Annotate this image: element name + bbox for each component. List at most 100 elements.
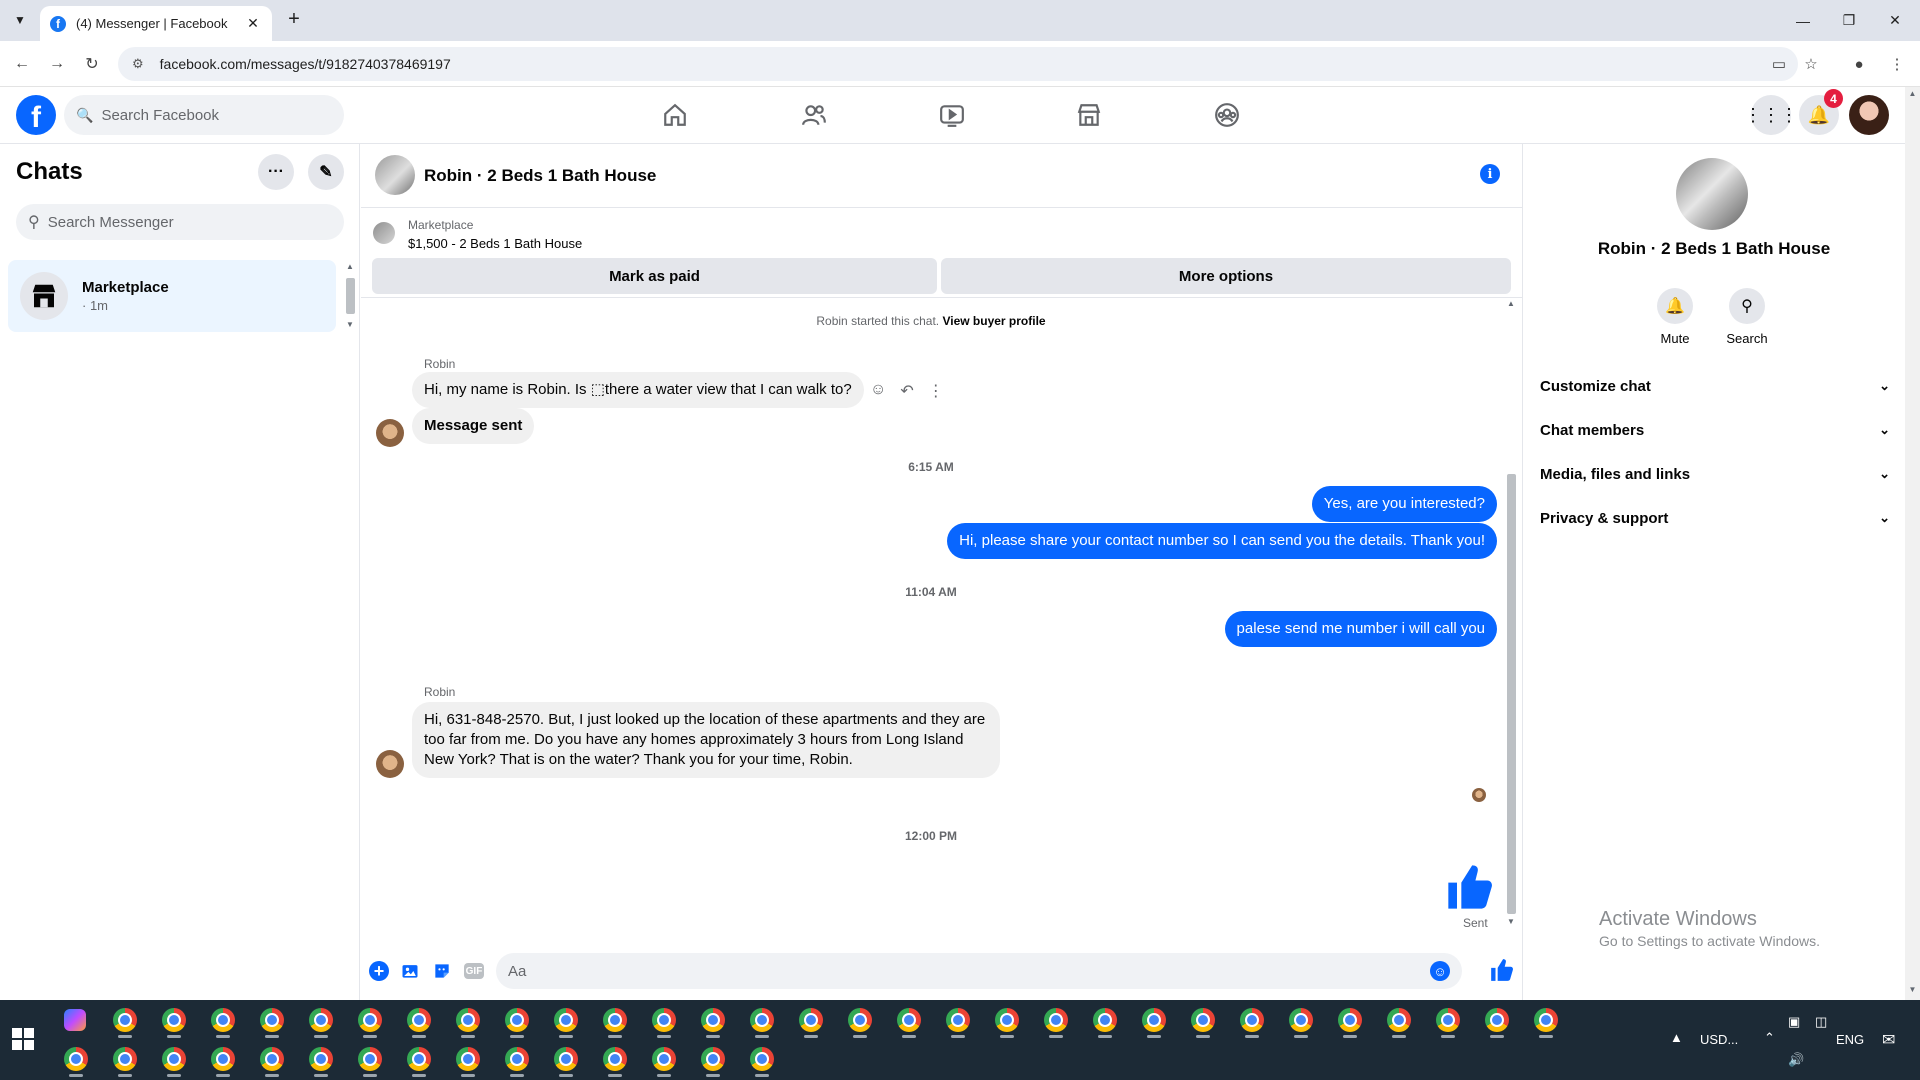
- taskbar-chrome-window[interactable]: [546, 1001, 586, 1039]
- taskbar-chrome-window[interactable]: [350, 1001, 390, 1039]
- conversation-title[interactable]: Robin · 2 Beds 1 Bath House: [424, 166, 656, 186]
- facebook-search-input[interactable]: 🔍 Search Facebook: [64, 95, 344, 135]
- search-conversation-button[interactable]: ⚲ Search: [1712, 288, 1782, 346]
- emoji-icon[interactable]: ☺: [1430, 961, 1450, 981]
- taskbar-chrome-window[interactable]: [595, 1001, 635, 1039]
- react-emoji-icon[interactable]: ☺: [870, 381, 886, 401]
- taskbar-chrome-window[interactable]: [1183, 1001, 1223, 1039]
- sticker-icon[interactable]: [431, 960, 453, 982]
- taskbar-chrome-window[interactable]: [154, 1001, 194, 1039]
- taskbar-chrome-window[interactable]: [1281, 1001, 1321, 1039]
- taskbar-chrome-window[interactable]: [399, 1001, 439, 1039]
- minimize-icon[interactable]: —: [1780, 0, 1826, 41]
- taskbar-chrome-window[interactable]: [693, 1001, 733, 1039]
- message-input[interactable]: Aa ☺: [496, 953, 1462, 989]
- taskbar-chrome-window[interactable]: [1085, 1001, 1125, 1039]
- taskbar-chrome-window[interactable]: [252, 1040, 292, 1078]
- nav-video-icon[interactable]: [897, 95, 1007, 135]
- taskbar-chrome-window[interactable]: [644, 1001, 684, 1039]
- add-actions-icon[interactable]: +: [369, 961, 389, 981]
- currency-ticker[interactable]: USD...: [1700, 1032, 1738, 1047]
- browser-menu-icon[interactable]: ⋮: [1886, 53, 1908, 75]
- taskbar-chrome-window[interactable]: [203, 1001, 243, 1039]
- scroll-up-icon[interactable]: ▲: [1505, 299, 1517, 308]
- taskbar-chrome-window[interactable]: [301, 1001, 341, 1039]
- outgoing-message[interactable]: Yes, are you interested?: [1311, 486, 1497, 522]
- taskbar-chrome-window[interactable]: [889, 1001, 929, 1039]
- view-buyer-profile-link[interactable]: View buyer profile: [942, 314, 1045, 328]
- incoming-message[interactable]: Hi, my name is Robin. Is ⬚there a water …: [412, 372, 864, 408]
- nav-home-icon[interactable]: [620, 95, 730, 135]
- messenger-search-input[interactable]: ⚲ Search Messenger: [16, 204, 344, 240]
- taskbar-chrome-window[interactable]: [1036, 1001, 1076, 1039]
- currency-ticker-icon[interactable]: ▲: [1670, 1030, 1683, 1045]
- volume-icon[interactable]: 🔊: [1788, 1052, 1804, 1068]
- more-options-button[interactable]: More options: [941, 258, 1511, 294]
- taskbar-chrome-window[interactable]: [448, 1001, 488, 1039]
- nav-marketplace-icon[interactable]: [1034, 95, 1144, 135]
- account-avatar[interactable]: [1849, 95, 1889, 135]
- taskbar-chrome-window[interactable]: [154, 1040, 194, 1078]
- network-icon[interactable]: ▣: [1788, 1014, 1800, 1030]
- customize-chat-row[interactable]: Customize chat ⌄: [1540, 364, 1890, 408]
- taskbar-chrome-window[interactable]: [1477, 1001, 1517, 1039]
- taskbar-chrome-window[interactable]: [791, 1001, 831, 1039]
- outgoing-message[interactable]: Hi, please share your contact number so …: [947, 523, 1497, 559]
- language-indicator[interactable]: ENG: [1836, 1032, 1864, 1047]
- windows-start-icon[interactable]: [12, 1028, 34, 1050]
- taskbar-chrome-window[interactable]: [105, 1001, 145, 1039]
- site-info-icon[interactable]: ⚙: [132, 56, 144, 72]
- mute-button[interactable]: 🔔 Mute: [1640, 288, 1710, 346]
- taskbar-chrome-window[interactable]: [1526, 1001, 1566, 1039]
- scroll-down-icon[interactable]: ▼: [1505, 917, 1517, 926]
- taskbar-chrome-window[interactable]: [448, 1040, 488, 1078]
- scroll-down-icon[interactable]: ▼: [1905, 985, 1920, 994]
- taskbar-chrome-window[interactable]: [1428, 1001, 1468, 1039]
- menu-grid-icon[interactable]: ⋮⋮⋮: [1744, 95, 1798, 135]
- tab-close-icon[interactable]: ✕: [244, 15, 262, 32]
- taskbar-chrome-window[interactable]: [252, 1001, 292, 1039]
- window-close-icon[interactable]: ✕: [1872, 0, 1918, 41]
- page-scrollbar[interactable]: ▲ ▼: [1905, 87, 1920, 1000]
- mark-as-paid-button[interactable]: Mark as paid: [372, 258, 937, 294]
- new-message-icon[interactable]: ✎: [308, 154, 344, 190]
- scroll-up-icon[interactable]: ▲: [1905, 89, 1920, 98]
- more-icon[interactable]: ⋮: [928, 381, 944, 401]
- taskbar-chrome-window[interactable]: [497, 1001, 537, 1039]
- sender-avatar[interactable]: [376, 750, 404, 778]
- taskbar-chrome-window[interactable]: [203, 1040, 243, 1078]
- taskbar-chrome-window[interactable]: [497, 1040, 537, 1078]
- taskbar-chrome-window[interactable]: [840, 1001, 880, 1039]
- listing-title[interactable]: $1,500 - 2 Beds 1 Bath House: [408, 236, 582, 251]
- sender-avatar[interactable]: [376, 419, 404, 447]
- install-app-icon[interactable]: ▭: [1768, 53, 1790, 75]
- outgoing-message[interactable]: palese send me number i will call you: [1224, 611, 1497, 647]
- bookmark-star-icon[interactable]: ☆: [1800, 53, 1822, 75]
- sent-like-icon[interactable]: [1444, 861, 1496, 913]
- taskbar-chrome-window[interactable]: [1330, 1001, 1370, 1039]
- notifications-center-icon[interactable]: ✉: [1882, 1030, 1895, 1050]
- forward-arrow-icon[interactable]: →: [45, 52, 69, 76]
- media-files-links-row[interactable]: Media, files and links ⌄: [1540, 452, 1890, 496]
- scroll-thumb[interactable]: [1507, 474, 1516, 914]
- taskbar-chrome-window[interactable]: [399, 1040, 439, 1078]
- scroll-up-icon[interactable]: ▲: [344, 262, 356, 271]
- taskbar-chrome-window[interactable]: [742, 1001, 782, 1039]
- reply-icon[interactable]: ↶: [900, 381, 913, 401]
- scroll-down-icon[interactable]: ▼: [344, 320, 356, 329]
- taskbar-chrome-window[interactable]: [1379, 1001, 1419, 1039]
- scroll-thumb[interactable]: [346, 278, 355, 314]
- restore-icon[interactable]: ❐: [1826, 0, 1872, 41]
- info-icon[interactable]: i: [1480, 164, 1500, 184]
- device-icon[interactable]: ◫: [1815, 1014, 1827, 1030]
- taskbar-chrome-window[interactable]: [693, 1040, 733, 1078]
- chats-options-icon[interactable]: ···: [258, 154, 294, 190]
- profile-icon[interactable]: ●: [1848, 53, 1870, 75]
- nav-groups-icon[interactable]: [1172, 95, 1282, 135]
- incoming-message[interactable]: Hi, 631-848-2570. But, I just looked up …: [412, 702, 1000, 778]
- taskbar-chrome-window[interactable]: [644, 1040, 684, 1078]
- listing-thumbnail[interactable]: [373, 222, 395, 244]
- taskbar-chrome-window[interactable]: [938, 1001, 978, 1039]
- taskbar-chrome-window[interactable]: [56, 1040, 96, 1078]
- privacy-support-row[interactable]: Privacy & support ⌄: [1540, 496, 1890, 540]
